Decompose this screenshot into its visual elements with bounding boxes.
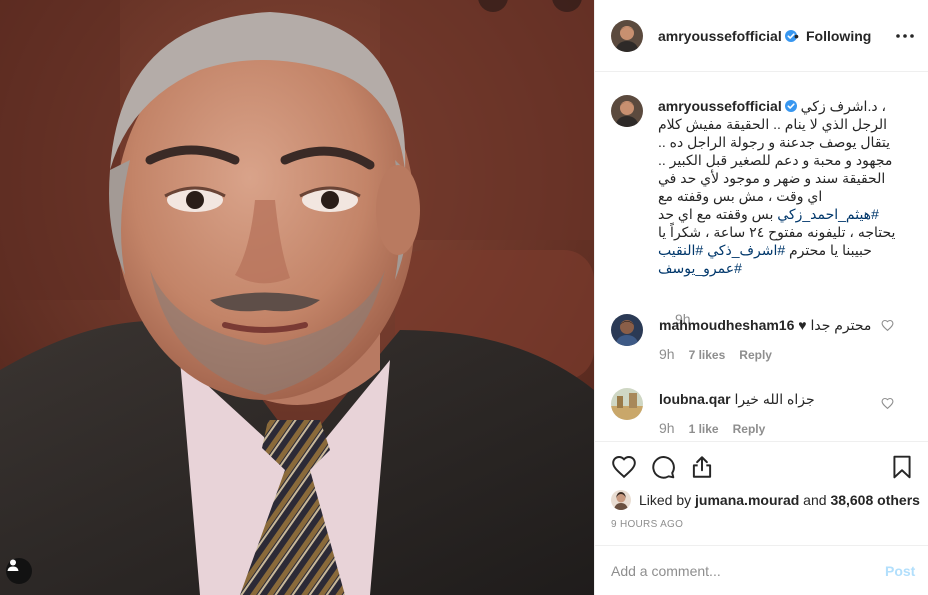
hashtag-link[interactable]: #عمرو_يوسف [658,260,742,276]
following-button[interactable]: Following [806,28,871,44]
heart-icon[interactable] [611,454,637,480]
comment-body: محترم جدا ♥ [798,317,872,333]
reply-button[interactable]: Reply [739,348,772,362]
comments-list[interactable]: amryoussefofficial د.اشرف زكي ، الرجل ال… [595,73,928,441]
author-avatar[interactable] [611,20,643,52]
heart-icon[interactable] [881,397,894,410]
comment-input[interactable] [611,560,861,582]
liked-by-text: Liked by jumana.mourad and 38,608 others [639,492,920,508]
verified-badge-icon [784,100,797,112]
caption-line: الرجل الذي لا ينام .. الحقيقة مفيش كلام [658,116,888,132]
liker-username[interactable]: jumana.mourad [695,492,799,508]
bookmark-icon[interactable] [889,454,915,480]
commenter-avatar[interactable] [611,388,643,420]
comment-meta: 9h 7 likes Reply [659,346,786,362]
liked-by-prefix: Liked by [639,492,696,508]
comment-likes[interactable]: 1 like [689,422,719,436]
post-photo[interactable] [0,0,594,595]
comment-meta: 9h 1 like Reply [659,420,779,436]
heart-icon[interactable] [881,319,894,332]
more-options-icon [896,34,914,38]
caption-line: يحتاجه ، تليفونه مفتوح ٢٤ ساعة ، شكراً ي… [658,224,896,240]
liked-by-summary: Liked by jumana.mourad and 38,608 others [611,490,920,510]
commenter-avatar[interactable] [611,314,643,346]
comment-time[interactable]: 9h [659,420,675,436]
caption-line: مجهود و محبة و دعم للصغير قبل الكبير .. [658,152,893,168]
hashtag-link[interactable]: #هيثم_احمد_زكي [777,206,879,222]
user-tag-button[interactable] [6,558,32,584]
post-header: amryoussefofficial • Following [595,0,928,72]
caption-line: #هيثم_احمد_زكي بس وقفته مع اي حد [658,205,908,223]
add-comment-form: Post [595,545,928,595]
caption-line: #عمرو_يوسف [658,259,908,277]
reply-button[interactable]: Reply [733,422,766,436]
caption-line: حبيبنا يا محترم #اشرف_ذكي #النقيب [658,241,908,259]
portrait-image [0,0,594,595]
comment-username[interactable]: loubna.qar [659,391,731,407]
author-username[interactable]: amryoussefofficial [658,28,797,44]
post-details-panel: amryoussefofficial • Following amryousse… [594,0,928,595]
comment-time[interactable]: 9h [659,346,675,362]
caption-username[interactable]: amryoussefofficial [658,98,782,114]
caption-fragment: حبيبنا يا محترم [785,242,872,258]
comment-likes[interactable]: 7 likes [689,348,726,362]
comment-body: جزاه الله خيرا [734,391,815,407]
post-age[interactable]: 9 HOURS AGO [611,519,683,530]
comment-text: mahmoudhesham16 محترم جدا ♥ [659,316,871,334]
hashtag-link[interactable]: #النقيب [658,242,703,258]
likes-count-link[interactable]: 38,608 others [830,492,920,508]
hashtag-link[interactable]: #اشرف_ذكي [707,242,785,258]
more-options-button[interactable] [893,24,917,48]
user-tag-icon [7,559,19,571]
comment-username[interactable]: mahmoudhesham16 [659,317,794,333]
comment-bubble-icon[interactable] [650,454,676,480]
share-icon[interactable] [689,454,715,480]
post-actions: Liked by jumana.mourad and 38,608 others… [595,441,928,545]
comment-item: loubna.qar جزاه الله خيرا 9h 1 like Reply [611,388,911,441]
comment-item: mahmoudhesham16 محترم جدا ♥ 9h 7 likes Rep… [611,314,911,374]
liked-by-middle: and [799,492,831,508]
post-comment-button[interactable]: Post [885,563,915,579]
comment-text: loubna.qar جزاه الله خيرا [659,390,815,408]
caption-first-line: amryoussefofficial د.اشرف زكي ، [658,97,908,115]
caption-line: اي وقت ، مش بس وقفته مع [658,188,823,204]
caption-line: الحقيقة سند و ضهر و موجود لأي حد في [658,170,886,186]
caption-text: amryoussefofficial د.اشرف زكي ، الرجل ال… [658,97,908,277]
caption-line: يتقال يوصف جدعنة و رجولة الراجل ده .. [658,134,891,150]
liker-avatar[interactable] [611,490,631,510]
caption-fragment: بس وقفته مع اي حد [658,206,778,222]
caption-line: د.اشرف زكي ، [800,98,886,114]
caption-author-avatar[interactable] [611,95,643,127]
header-separator: • [794,28,799,44]
